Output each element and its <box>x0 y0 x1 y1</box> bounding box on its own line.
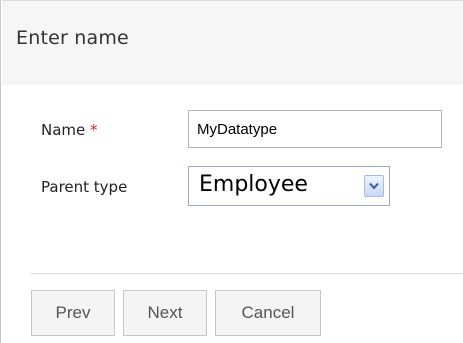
next-button[interactable]: Next <box>123 290 207 336</box>
name-label: Name * <box>41 121 98 139</box>
enter-name-dialog: Enter name Name * Parent type Employee P… <box>0 0 463 343</box>
parent-type-select[interactable]: Employee <box>188 166 390 206</box>
prev-button[interactable]: Prev <box>31 290 115 336</box>
name-label-text: Name <box>41 121 86 139</box>
required-marker: * <box>90 121 98 139</box>
chevron-down-icon <box>369 182 379 190</box>
parent-type-label: Parent type <box>41 178 128 196</box>
dialog-header: Enter name <box>2 0 463 85</box>
cancel-button[interactable]: Cancel <box>215 290 321 336</box>
select-dropdown-button[interactable] <box>364 175 384 197</box>
footer-divider <box>31 273 463 274</box>
dialog-title: Enter name <box>16 27 129 49</box>
name-input[interactable] <box>188 110 442 148</box>
parent-type-selected-value: Employee <box>199 172 308 197</box>
